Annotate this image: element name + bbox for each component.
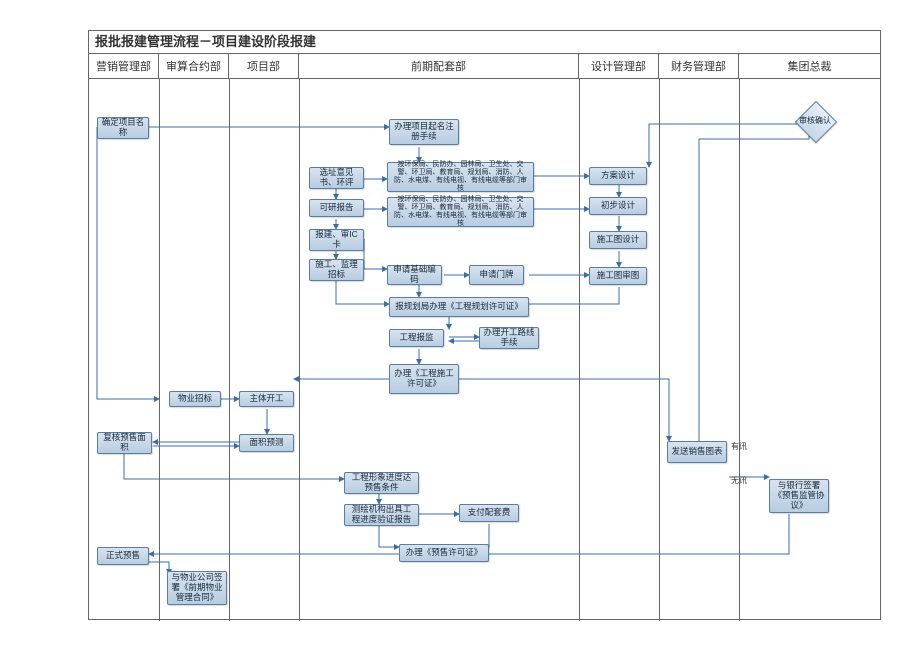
node-basecode: 申请基础编码: [387, 265, 442, 285]
lane-header-project: 项目部: [229, 54, 299, 78]
lane-header-finance: 财务管理部: [659, 54, 739, 78]
node-plan-permit: 报规划局办理《工程规划许可证》: [389, 297, 529, 317]
diagram-title: 报批报建管理流程－项目建设阶段报建: [89, 31, 880, 54]
node-dept2: 按环保局、民防办、园林局、卫生处、交警、环卫局、教育局、规划局、消防、人防、水电…: [387, 197, 534, 227]
node-const-draw: 施工图设计: [589, 231, 647, 249]
node-start-name: 确定项目名称: [97, 117, 149, 139]
node-baojian: 报建、审IC卡: [309, 229, 364, 251]
node-kaigong: 办理开工路线手续: [479, 327, 539, 349]
node-official-sale: 正式预售: [97, 547, 149, 565]
node-prop-contract: 与物业公司签署《前期物业管理合同》: [167, 571, 227, 605]
node-pay: 支付配套费: [459, 504, 519, 522]
node-bank: 与银行签署《预售监管协议》: [769, 479, 829, 513]
lane-header-ceo: 集团总裁: [739, 54, 880, 78]
edge-label-yes: 有讯: [731, 441, 747, 452]
node-dept1: 按环保局、民防办、园林局、卫生处、交警、环卫局、教育局、规划局、消防、人防、水电…: [387, 162, 534, 192]
node-presale-permit: 办理《预售许可证》: [399, 544, 489, 562]
decision-approve: [795, 101, 837, 143]
node-rename: 办理项目起名注册手续: [389, 119, 459, 145]
node-prop-bid: 物业招标: [169, 391, 221, 407]
node-init: 初步设计: [589, 197, 647, 215]
lane-header-design: 设计管理部: [579, 54, 659, 78]
node-const-check: 施工图审图: [589, 267, 647, 285]
node-baojianshu: 工程报监: [389, 329, 444, 347]
node-feasibility: 可研报告: [309, 199, 364, 217]
node-send-sales: 发送销售图表: [667, 441, 727, 463]
node-area-pre: 面积预测: [239, 434, 294, 452]
node-const-permit: 办理《工程施工许可证》: [389, 364, 459, 394]
lanes-body: 确定项目名称 办理项目起名注册手续 按环保局、民防办、园林局、卫生处、交警、环卫…: [89, 79, 880, 621]
edge-label-no: 无讯: [731, 475, 747, 486]
lane-headers: 营销管理部 审算合约部 项目部 前期配套部 设计管理部 财务管理部 集团总裁: [89, 54, 880, 79]
node-bid-const: 施工、监理招标: [309, 259, 364, 281]
node-main-start: 主体开工: [239, 391, 294, 407]
swimlane-frame: 报批报建管理流程－项目建设阶段报建 营销管理部 审算合约部 项目部 前期配套部 …: [88, 30, 881, 620]
node-select: 选址意见书、环评: [309, 167, 364, 189]
node-gate: 申请门牌: [469, 265, 524, 285]
node-scheme: 方案设计: [589, 167, 647, 185]
lane-header-marketing: 营销管理部: [89, 54, 159, 78]
node-surv-report: 测绘机构出具工程进度验证报告: [344, 504, 419, 526]
node-area-check: 复核预售面积: [97, 432, 152, 454]
lane-header-preconfig: 前期配套部: [299, 54, 579, 78]
node-img-cond: 工程形象进度达预售条件: [344, 472, 419, 494]
lane-header-budget: 审算合约部: [159, 54, 229, 78]
